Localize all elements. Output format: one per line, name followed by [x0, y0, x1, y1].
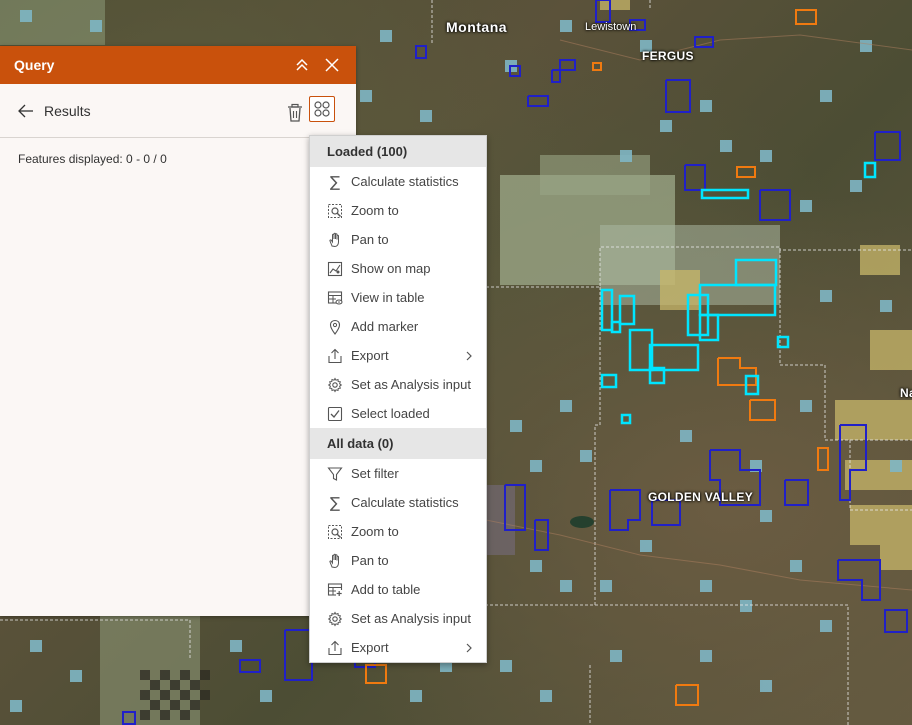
all-data-item-set-as-analysis-input[interactable]: Set as Analysis input	[310, 604, 486, 633]
menu-item-label: Export	[351, 640, 389, 655]
menu-item-label: Export	[351, 348, 389, 363]
table-add-icon	[327, 582, 343, 598]
table-view-icon	[327, 290, 343, 306]
panel-title: Query	[14, 57, 55, 73]
menu-item-label: Add marker	[351, 319, 419, 334]
close-button[interactable]	[320, 53, 344, 77]
all-data-item-export[interactable]: Export	[310, 633, 486, 662]
filter-icon	[327, 466, 343, 482]
export-icon	[327, 348, 343, 364]
loaded-item-pan-to[interactable]: Pan to	[310, 225, 486, 254]
menu-item-label: Zoom to	[351, 203, 399, 218]
all-data-actions-list: Set filter ∑ Calculate statistics Zoom to Pa…	[310, 459, 486, 662]
map-icon	[327, 261, 343, 277]
four-circles-icon	[314, 101, 330, 117]
menu-item-label: Calculate statistics	[351, 174, 459, 189]
menu-item-label: Calculate statistics	[351, 495, 459, 510]
chevron-right-icon	[462, 643, 472, 653]
results-bar: Results	[0, 84, 342, 138]
loaded-actions-list: ∑ Calculate statistics Zoom to Pan to Show o…	[310, 167, 486, 428]
all-data-item-calculate-statistics[interactable]: ∑ Calculate statistics	[310, 488, 486, 517]
loaded-item-add-marker[interactable]: Add marker	[310, 312, 486, 341]
menu-item-label: Zoom to	[351, 524, 399, 539]
zoom-to-icon	[327, 203, 343, 219]
loaded-item-select-loaded[interactable]: Select loaded	[310, 399, 486, 428]
clear-results-button[interactable]	[286, 103, 304, 123]
menu-section-all-data: All data (0)	[310, 428, 486, 459]
query-panel: Query Results Features displayed: 0 - 0 …	[0, 46, 356, 616]
loaded-item-export[interactable]: Export	[310, 341, 486, 370]
menu-item-label: Select loaded	[351, 406, 430, 421]
back-button[interactable]: Results	[18, 103, 91, 119]
lake	[570, 516, 594, 528]
arrow-left-icon	[18, 104, 33, 117]
features-displayed-text: Features displayed: 0 - 0 / 0	[18, 152, 167, 166]
map-label-county-golden-valley: GOLDEN VALLEY	[648, 490, 754, 504]
panel-header: Query	[0, 46, 356, 84]
loaded-item-view-in-table[interactable]: View in table	[310, 283, 486, 312]
menu-item-label: Pan to	[351, 553, 389, 568]
hand-icon	[327, 232, 343, 248]
export-icon	[327, 640, 343, 656]
sigma-icon: ∑	[327, 174, 343, 190]
all-data-item-set-filter[interactable]: Set filter	[310, 459, 486, 488]
map-label-edge: Na	[900, 386, 912, 400]
all-data-item-pan-to[interactable]: Pan to	[310, 546, 486, 575]
menu-section-loaded: Loaded (100)	[310, 136, 486, 167]
terrain-patch	[0, 0, 105, 45]
terrain-patch	[540, 155, 650, 195]
loaded-item-set-as-analysis-input[interactable]: Set as Analysis input	[310, 370, 486, 399]
map-label-state: Montana	[446, 19, 508, 35]
results-label: Results	[44, 102, 91, 119]
loaded-item-zoom-to[interactable]: Zoom to	[310, 196, 486, 225]
all-data-item-zoom-to[interactable]: Zoom to	[310, 517, 486, 546]
menu-item-label: Set as Analysis input	[351, 377, 471, 392]
menu-item-label: View in table	[351, 290, 425, 305]
checkbox-icon	[327, 406, 343, 422]
double-chevron-up-icon	[296, 58, 308, 71]
loaded-item-show-on-map[interactable]: Show on map	[310, 254, 486, 283]
zoom-to-icon	[327, 524, 343, 540]
marker-icon	[327, 319, 343, 335]
actions-menu: Loaded (100) ∑ Calculate statistics Zoom t…	[309, 135, 487, 663]
menu-item-label: Set as Analysis input	[351, 611, 471, 626]
chevron-right-icon	[462, 351, 472, 361]
gear-icon	[327, 377, 343, 393]
collapse-button[interactable]	[290, 53, 314, 77]
svg-text:∑: ∑	[330, 174, 340, 190]
trash-icon	[288, 103, 302, 122]
loaded-item-calculate-statistics[interactable]: ∑ Calculate statistics	[310, 167, 486, 196]
gear-icon	[327, 611, 343, 627]
close-icon	[325, 58, 339, 72]
svg-text:∑: ∑	[330, 495, 340, 511]
hand-icon	[327, 553, 343, 569]
actions-menu-button[interactable]	[309, 96, 335, 122]
sigma-icon: ∑	[327, 495, 343, 511]
menu-item-label: Pan to	[351, 232, 389, 247]
map-label-county-fergus: FERGUS	[642, 49, 694, 63]
menu-item-label: Show on map	[351, 261, 431, 276]
menu-item-label: Set filter	[351, 466, 399, 481]
all-data-item-add-to-table[interactable]: Add to table	[310, 575, 486, 604]
map-label-city: Lewistown	[585, 21, 637, 33]
menu-item-label: Add to table	[351, 582, 421, 597]
